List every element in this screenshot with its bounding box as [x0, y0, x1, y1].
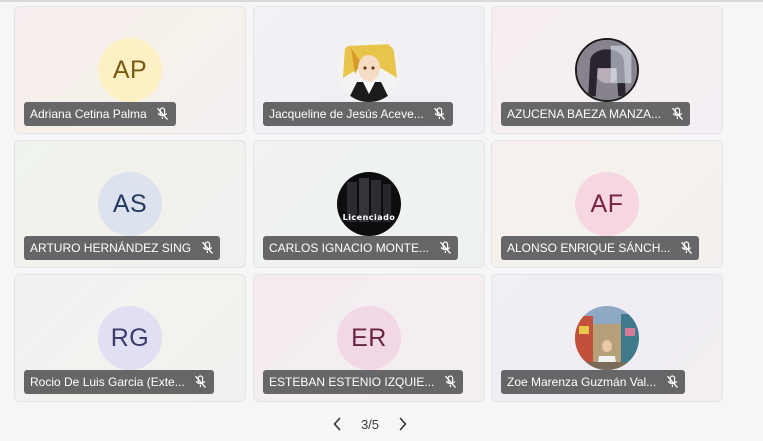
- top-border: [0, 0, 763, 2]
- participant-name-bar: Rocio De Luis Garcia (Exte...: [24, 370, 214, 394]
- participant-avatar-initials: AS: [98, 172, 162, 236]
- participant-name-bar: Zoe Marenza Guzmán Val...: [501, 370, 686, 394]
- participant-tile[interactable]: AZUCENA BAEZA MANZA...: [491, 6, 723, 134]
- participant-tile[interactable]: RG Rocio De Luis Garcia (Exte...: [14, 274, 246, 402]
- mic-off-icon: [438, 241, 452, 255]
- participant-avatar-initials: AF: [575, 172, 639, 236]
- participant-avatar-photo: Licenciado: [337, 172, 401, 236]
- chevron-right-icon[interactable]: [396, 417, 410, 431]
- mic-off-icon: [443, 375, 457, 389]
- page-indicator: 3/5: [360, 416, 380, 432]
- mic-off-icon: [433, 107, 447, 121]
- participant-avatar-initials: AP: [98, 38, 162, 102]
- participant-tile[interactable]: ER ESTEBAN ESTENIO IZQUIE...: [253, 274, 485, 402]
- mic-off-icon: [200, 241, 214, 255]
- participant-tile[interactable]: Jacqueline de Jesús Aceve...: [253, 6, 485, 134]
- participant-name-bar: Adriana Cetina Palma: [24, 102, 176, 126]
- participant-tile[interactable]: AP Adriana Cetina Palma: [14, 6, 246, 134]
- participant-tile[interactable]: AF ALONSO ENRIQUE SÁNCH...: [491, 140, 723, 268]
- participant-name: Adriana Cetina Palma: [30, 107, 147, 121]
- participant-name: Rocio De Luis Garcia (Exte...: [30, 375, 185, 389]
- participant-name: CARLOS IGNACIO MONTE...: [269, 241, 430, 255]
- avatar-caption: Licenciado: [342, 213, 396, 222]
- mic-off-icon: [670, 107, 684, 121]
- participant-tile[interactable]: AS ARTURO HERNÁNDEZ SING: [14, 140, 246, 268]
- participant-tile[interactable]: Zoe Marenza Guzmán Val...: [491, 274, 723, 402]
- participant-name: Zoe Marenza Guzmán Val...: [507, 375, 657, 389]
- participant-grid: AP Adriana Cetina Palma Jacqueline de Jesú…: [14, 6, 725, 404]
- participant-name-bar: ESTEBAN ESTENIO IZQUIE...: [263, 370, 464, 394]
- participant-name: ARTURO HERNÁNDEZ SING: [30, 241, 192, 255]
- participant-name-bar: CARLOS IGNACIO MONTE...: [263, 236, 459, 260]
- participant-name: ALONSO ENRIQUE SÁNCH...: [507, 241, 671, 255]
- participant-avatar-initials: ER: [337, 306, 401, 370]
- mic-off-icon: [679, 241, 693, 255]
- participant-tile[interactable]: Licenciado CARLOS IGNACIO MONTE...: [253, 140, 485, 268]
- participant-name-bar: AZUCENA BAEZA MANZA...: [501, 102, 691, 126]
- participant-name-bar: ARTURO HERNÁNDEZ SING: [24, 236, 221, 260]
- participant-name: AZUCENA BAEZA MANZA...: [507, 107, 662, 121]
- participant-avatar-photo: [337, 38, 401, 102]
- mic-off-icon: [665, 375, 679, 389]
- chevron-left-icon[interactable]: [330, 417, 344, 431]
- participant-name-bar: ALONSO ENRIQUE SÁNCH...: [501, 236, 700, 260]
- pagination: 3/5: [330, 413, 410, 435]
- mic-off-icon: [194, 375, 208, 389]
- participant-avatar-initials: RG: [98, 306, 162, 370]
- participant-name: Jacqueline de Jesús Aceve...: [269, 107, 424, 121]
- participant-avatar-photo: [575, 306, 639, 370]
- mic-off-icon: [156, 107, 170, 121]
- participant-name-bar: Jacqueline de Jesús Aceve...: [263, 102, 453, 126]
- participant-name: ESTEBAN ESTENIO IZQUIE...: [269, 375, 435, 389]
- participant-avatar-photo: [575, 38, 639, 102]
